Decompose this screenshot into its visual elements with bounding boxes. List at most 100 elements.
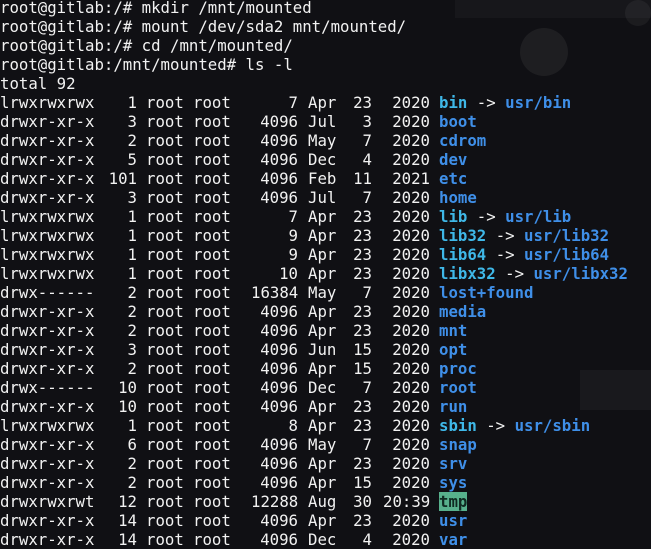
year-or-time: 2020 xyxy=(392,207,430,226)
symlink-target[interactable]: usr/bin xyxy=(505,93,571,112)
day: 3 xyxy=(362,112,372,131)
file-entry[interactable]: home xyxy=(439,188,477,207)
terminal-output[interactable]: root@gitlab:/# mkdir /mnt/mounted root@g… xyxy=(0,0,651,549)
file-entry[interactable]: sys xyxy=(439,473,467,492)
file-name[interactable]: run xyxy=(439,397,467,416)
owner: root xyxy=(146,416,184,435)
file-entry[interactable]: root xyxy=(439,378,477,397)
listing-row: drwxr-xr-x 2 root root 4096 Apr 15 2020 proc xyxy=(0,359,651,378)
file-name[interactable]: etc xyxy=(439,169,467,188)
permissions: drwx------ xyxy=(0,378,95,397)
file-size: 12288 xyxy=(251,492,299,511)
file-name[interactable]: lost+found xyxy=(439,283,533,302)
file-name[interactable]: mnt xyxy=(439,321,467,340)
symlink-target[interactable]: usr/lib32 xyxy=(524,226,609,245)
year-or-time: 2020 xyxy=(392,378,430,397)
link-count: 1 xyxy=(127,264,137,283)
file-entry[interactable]: lib -> usr/lib xyxy=(439,207,571,226)
file-name[interactable]: usr xyxy=(439,511,467,530)
file-name[interactable]: libx32 xyxy=(439,264,496,283)
link-count: 1 xyxy=(127,207,137,226)
file-name[interactable]: cdrom xyxy=(439,131,486,150)
owner: root xyxy=(146,359,184,378)
file-name[interactable]: sbin xyxy=(439,416,477,435)
file-entry[interactable]: var xyxy=(439,530,467,549)
permissions: drwxr-xr-x xyxy=(0,188,95,207)
group: root xyxy=(193,226,231,245)
file-name[interactable]: home xyxy=(439,188,477,207)
link-count: 14 xyxy=(118,511,137,530)
owner: root xyxy=(146,397,184,416)
link-count: 1 xyxy=(127,226,137,245)
day: 23 xyxy=(353,416,372,435)
file-name[interactable]: dev xyxy=(439,150,467,169)
listing-row: drwxr-xr-x 101 root root 4096 Feb 11 2021 etc xyxy=(0,169,651,188)
owner: root xyxy=(146,112,184,131)
file-entry[interactable]: proc xyxy=(439,359,477,378)
listing-row: drwxr-xr-x 10 root root 4096 Apr 23 2020 run xyxy=(0,397,651,416)
file-name[interactable]: opt xyxy=(439,340,467,359)
owner: root xyxy=(146,264,184,283)
file-name[interactable]: tmp xyxy=(439,492,468,511)
symlink-target[interactable]: usr/lib xyxy=(505,207,571,226)
symlink-target[interactable]: usr/sbin xyxy=(515,416,591,435)
symlink-arrow: -> xyxy=(476,207,496,226)
file-entry[interactable]: etc xyxy=(439,169,467,188)
file-name[interactable]: media xyxy=(439,302,486,321)
file-name[interactable]: var xyxy=(439,530,467,549)
group: root xyxy=(193,150,231,169)
file-entry[interactable]: sbin -> usr/sbin xyxy=(439,416,590,435)
file-entry[interactable]: libx32 -> usr/libx32 xyxy=(439,264,628,283)
file-entry[interactable]: bin -> usr/bin xyxy=(439,93,571,112)
file-name[interactable]: lib xyxy=(439,207,467,226)
file-entry[interactable]: mnt xyxy=(439,321,467,340)
permissions: drwxr-xr-x xyxy=(0,150,95,169)
file-entry[interactable]: lib32 -> usr/lib32 xyxy=(439,226,609,245)
file-entry[interactable]: boot xyxy=(439,112,477,131)
file-name[interactable]: root xyxy=(439,378,477,397)
file-name[interactable]: snap xyxy=(439,435,477,454)
group: root xyxy=(193,473,231,492)
month: May xyxy=(308,435,337,454)
file-name[interactable]: sys xyxy=(439,473,467,492)
link-count: 2 xyxy=(127,454,137,473)
file-entry[interactable]: usr xyxy=(439,511,467,530)
group: root xyxy=(193,511,231,530)
file-entry[interactable]: cdrom xyxy=(439,131,486,150)
group: root xyxy=(193,188,231,207)
permissions: drwxr-xr-x xyxy=(0,473,95,492)
owner: root xyxy=(146,188,184,207)
file-entry[interactable]: lib64 -> usr/lib64 xyxy=(439,245,609,264)
year-or-time: 2020 xyxy=(392,454,430,473)
symlink-arrow: -> xyxy=(486,416,506,435)
file-size: 4096 xyxy=(260,435,298,454)
permissions: lrwxrwxrwx xyxy=(0,245,95,264)
file-name[interactable]: proc xyxy=(439,359,477,378)
symlink-target[interactable]: usr/libx32 xyxy=(533,264,627,283)
group: root xyxy=(193,93,231,112)
file-name[interactable]: boot xyxy=(439,112,477,131)
file-entry[interactable]: media xyxy=(439,302,486,321)
file-size: 4096 xyxy=(260,150,298,169)
file-entry[interactable]: run xyxy=(439,397,467,416)
file-size: 4096 xyxy=(260,511,298,530)
listing-row: drwxr-xr-x 5 root root 4096 Dec 4 2020 dev xyxy=(0,150,651,169)
owner: root xyxy=(146,435,184,454)
file-size: 8 xyxy=(288,416,298,435)
group: root xyxy=(193,131,231,150)
file-entry[interactable]: tmp xyxy=(439,492,468,511)
file-name[interactable]: bin xyxy=(439,93,467,112)
file-size: 4096 xyxy=(260,454,298,473)
day: 30 xyxy=(353,492,372,511)
symlink-target[interactable]: usr/lib64 xyxy=(524,245,609,264)
file-name[interactable]: srv xyxy=(439,454,467,473)
file-entry[interactable]: lost+found xyxy=(439,283,533,302)
file-entry[interactable]: dev xyxy=(439,150,467,169)
file-name[interactable]: lib64 xyxy=(439,245,486,264)
file-entry[interactable]: opt xyxy=(439,340,467,359)
file-name[interactable]: lib32 xyxy=(439,226,486,245)
file-entry[interactable]: srv xyxy=(439,454,467,473)
day: 23 xyxy=(353,245,372,264)
file-size: 4096 xyxy=(260,530,298,549)
file-entry[interactable]: snap xyxy=(439,435,477,454)
